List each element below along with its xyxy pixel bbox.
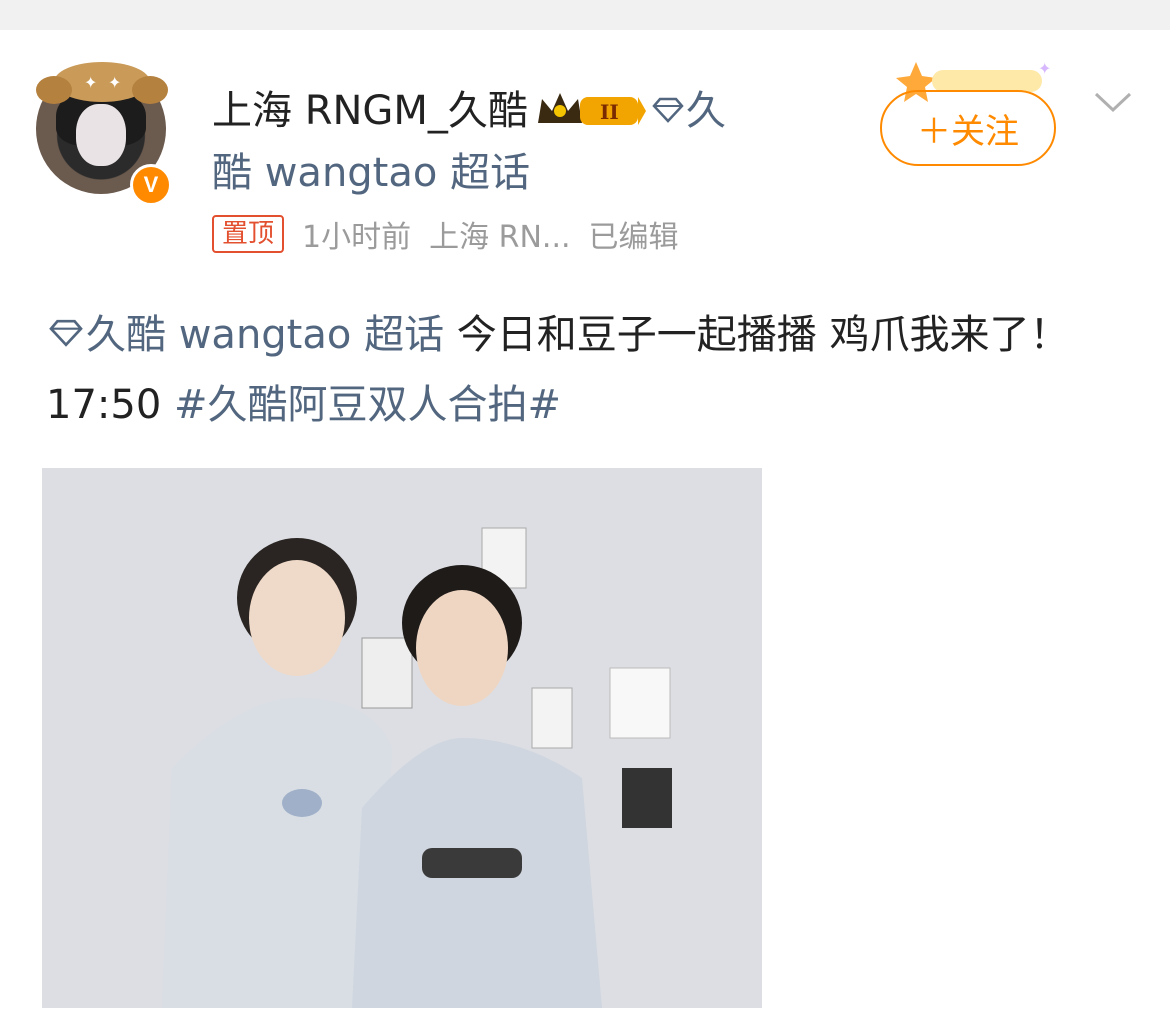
- post-body: 久酷 wangtao 超话 今日和豆子一起播播 鸡爪我来了！ 17:50 #久酷…: [46, 300, 1136, 440]
- post-header: 上海 RNGM_久酷 II 久 酷 wangtao 超话: [212, 80, 852, 204]
- avatar-face: [76, 104, 126, 166]
- body-topic-link[interactable]: 久酷 wangtao 超话: [86, 312, 444, 358]
- edited-label[interactable]: 已编辑: [589, 212, 679, 256]
- post-source[interactable]: 上海 RN...: [429, 212, 570, 256]
- crown-level-badge: II: [537, 93, 646, 125]
- username[interactable]: 上海 RNGM_久酷: [212, 88, 528, 134]
- topic-link[interactable]: 久: [686, 88, 726, 134]
- svg-text:II: II: [600, 100, 619, 124]
- post-time: 1小时前: [302, 220, 412, 255]
- svg-text:✦: ✦: [84, 73, 97, 92]
- hashtag-link[interactable]: #久酷阿豆双人合拍#: [174, 382, 561, 428]
- post-photo[interactable]: [42, 468, 762, 1008]
- avatar[interactable]: ✦ ✦ V: [32, 56, 172, 206]
- top-separator: [0, 0, 1170, 30]
- chevron-down-icon[interactable]: [1092, 88, 1134, 116]
- dog-ears-frame-icon: ✦ ✦: [36, 62, 168, 104]
- diamond-icon: [49, 319, 83, 347]
- post-meta: 置顶 1小时前 上海 RN... 已编辑: [212, 212, 679, 256]
- topic-link-cont[interactable]: 酷 wangtao 超话: [212, 150, 530, 196]
- verified-badge-icon: V: [130, 164, 172, 206]
- photo-illustration: [42, 468, 762, 1008]
- diamond-icon: [652, 97, 684, 123]
- pinned-badge: 置顶: [212, 215, 285, 253]
- follow-button[interactable]: ＋关注: [880, 90, 1056, 166]
- svg-text:✦: ✦: [108, 73, 121, 92]
- svg-text:✦: ✦: [1038, 59, 1051, 78]
